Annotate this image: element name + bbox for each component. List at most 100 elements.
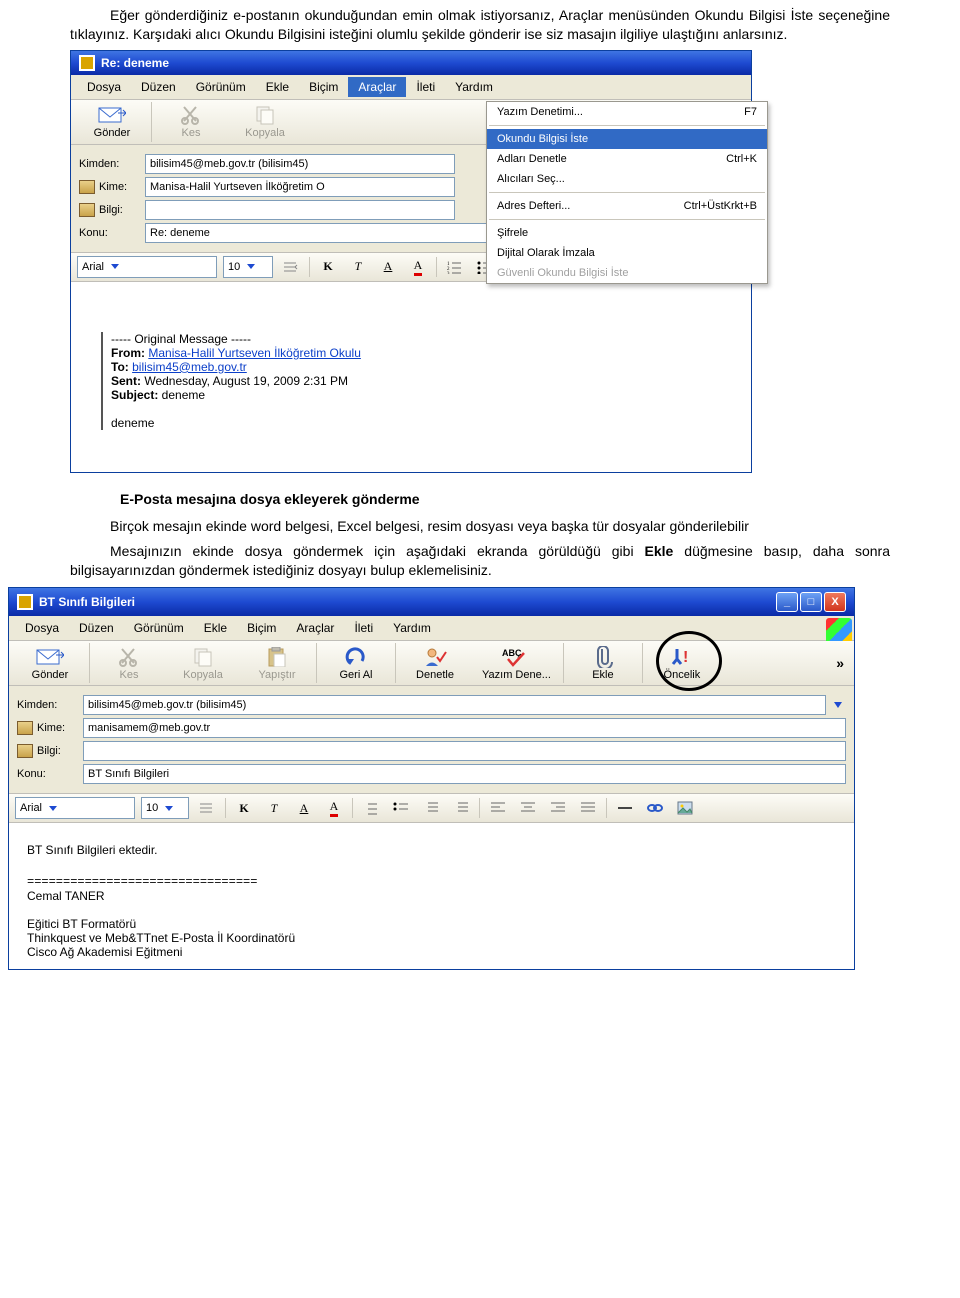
para-style-button[interactable] (279, 256, 303, 278)
bold-button[interactable]: K (316, 256, 340, 278)
size-combo[interactable]: 10 (141, 797, 189, 819)
menu-gorunum[interactable]: Görünüm (186, 77, 256, 97)
section2-p2: Mesajınızın ekinde dosya göndermek için … (70, 542, 890, 580)
undo-button[interactable]: Geri Al (319, 644, 393, 683)
menu-dosya[interactable]: Dosya (15, 618, 69, 638)
to-link[interactable]: bilisim45@meb.gov.tr (132, 360, 247, 374)
align-left-button[interactable] (486, 797, 510, 819)
chevron-down-icon (46, 806, 60, 811)
mail-icon (79, 55, 95, 71)
underline-button[interactable]: A (376, 256, 400, 278)
menu-bicim[interactable]: Biçim (237, 618, 286, 638)
copy-icon (189, 646, 217, 668)
font-combo[interactable]: Arial (15, 797, 135, 819)
dd-sifrele[interactable]: Şifrele (487, 223, 767, 243)
outdent-button[interactable] (419, 797, 443, 819)
hr-button[interactable] (613, 797, 637, 819)
maximize-button[interactable]: □ (800, 592, 822, 612)
underline-button[interactable]: A (292, 797, 316, 819)
menu-araclar[interactable]: Araçlar (348, 77, 406, 97)
attach-button[interactable]: Ekle (566, 644, 640, 683)
cut-button[interactable]: Kes (154, 102, 228, 141)
to-input[interactable]: Manisa-Halil Yurtseven İlköğretim O (145, 177, 455, 197)
menu-duzen[interactable]: Düzen (69, 618, 124, 638)
toolbar: Gönder Kes Kopyala Yapıştır Geri Al Dene… (9, 641, 854, 686)
paperclip-icon (589, 646, 617, 668)
section-heading: E-Posta mesajına dosya ekleyerek gönderm… (120, 491, 890, 507)
check-button[interactable]: Denetle (398, 644, 472, 683)
mail-body[interactable]: ----- Original Message ----- From: Manis… (71, 282, 751, 472)
menubar: Dosya Düzen Görünüm Ekle Biçim Araçlar İ… (71, 75, 751, 100)
spellcheck-button[interactable]: ABÇ Yazım Dene... (472, 644, 561, 683)
size-combo[interactable]: 10 (223, 256, 273, 278)
cc-input[interactable] (83, 741, 846, 761)
menu-ekle[interactable]: Ekle (194, 618, 237, 638)
close-button[interactable]: X (824, 592, 846, 612)
dd-alicilari-sec[interactable]: Alıcıları Seç... (487, 169, 767, 189)
paste-button[interactable]: Yapıştır (240, 644, 314, 683)
addressbook-icon (79, 180, 95, 194)
titlebar: BT Sınıfı Bilgileri _ □ X (9, 588, 854, 616)
scissors-icon (177, 104, 205, 126)
cc-input[interactable] (145, 200, 455, 220)
link-button[interactable] (643, 797, 667, 819)
menu-duzen[interactable]: Düzen (131, 77, 186, 97)
from-input[interactable]: bilisim45@meb.gov.tr (bilisim45) (83, 695, 826, 715)
font-combo[interactable]: Arial (77, 256, 217, 278)
scissors-icon (115, 646, 143, 668)
mail-body[interactable]: BT Sınıfı Bilgileri ektedir. ===========… (9, 823, 854, 969)
numlist-button[interactable] (359, 797, 383, 819)
italic-button[interactable]: T (262, 797, 286, 819)
menu-yardim[interactable]: Yardım (383, 618, 441, 638)
subject-label: Konu: (17, 768, 83, 780)
mail-icon (17, 594, 33, 610)
align-justify-button[interactable] (576, 797, 600, 819)
section2-p1: Birçok mesajın ekinde word belgesi, Exce… (70, 517, 890, 536)
copy-button[interactable]: Kopyala (166, 644, 240, 683)
indent-button[interactable] (449, 797, 473, 819)
envelope-icon (98, 104, 126, 126)
image-button[interactable] (673, 797, 697, 819)
bold-button[interactable]: K (232, 797, 256, 819)
chevron-down-icon[interactable] (830, 702, 846, 708)
cut-button[interactable]: Kes (92, 644, 166, 683)
from-link[interactable]: Manisa-Halil Yurtseven İlköğretim Okulu (148, 346, 361, 360)
menu-ekle[interactable]: Ekle (256, 77, 299, 97)
toolbar-overflow[interactable]: » (830, 655, 850, 671)
menu-yardim[interactable]: Yardım (445, 77, 503, 97)
italic-button[interactable]: T (346, 256, 370, 278)
titlebar: Re: deneme (71, 51, 751, 75)
menu-dosya[interactable]: Dosya (77, 77, 131, 97)
color-button[interactable]: A (322, 797, 346, 819)
para-style-button[interactable] (195, 797, 219, 819)
menu-gorunum[interactable]: Görünüm (124, 618, 194, 638)
to-input[interactable]: manisamem@meb.gov.tr (83, 718, 846, 738)
window-title: Re: deneme (101, 56, 169, 70)
menu-ileti[interactable]: İleti (344, 618, 383, 638)
to-label: Kime: (17, 721, 83, 735)
from-input[interactable]: bilisim45@meb.gov.tr (bilisim45) (145, 154, 455, 174)
send-button[interactable]: Gönder (13, 644, 87, 683)
dd-adres-defteri[interactable]: Adres Defteri...Ctrl+ÜstKrkt+B (487, 196, 767, 216)
subject-input[interactable]: BT Sınıfı Bilgileri (83, 764, 846, 784)
menu-bicim[interactable]: Biçim (299, 77, 348, 97)
menu-araclar[interactable]: Araçlar (286, 618, 344, 638)
align-center-button[interactable] (516, 797, 540, 819)
minimize-button[interactable]: _ (776, 592, 798, 612)
color-button[interactable]: A (406, 256, 430, 278)
bullist-button[interactable] (389, 797, 413, 819)
cc-label: Bilgi: (79, 203, 145, 217)
dd-yazim-denetimi[interactable]: Yazım Denetimi...F7 (487, 102, 767, 122)
dd-dijital-imzala[interactable]: Dijital Olarak İmzala (487, 243, 767, 263)
from-label: Kimden: (17, 699, 83, 711)
align-right-button[interactable] (546, 797, 570, 819)
menu-ileti[interactable]: İleti (406, 77, 445, 97)
copy-button[interactable]: Kopyala (228, 102, 302, 141)
numlist-button[interactable]: 123 (443, 256, 467, 278)
dd-okundu-bilgisi-iste[interactable]: Okundu Bilgisi İste (487, 129, 767, 149)
chevron-down-icon (244, 264, 258, 269)
dd-adlari-denetle[interactable]: Adları DenetleCtrl+K (487, 149, 767, 169)
intro-paragraph: Eğer gönderdiğiniz e-postanın okunduğund… (70, 6, 890, 44)
send-button[interactable]: Gönder (75, 102, 149, 141)
envelope-icon (36, 646, 64, 668)
